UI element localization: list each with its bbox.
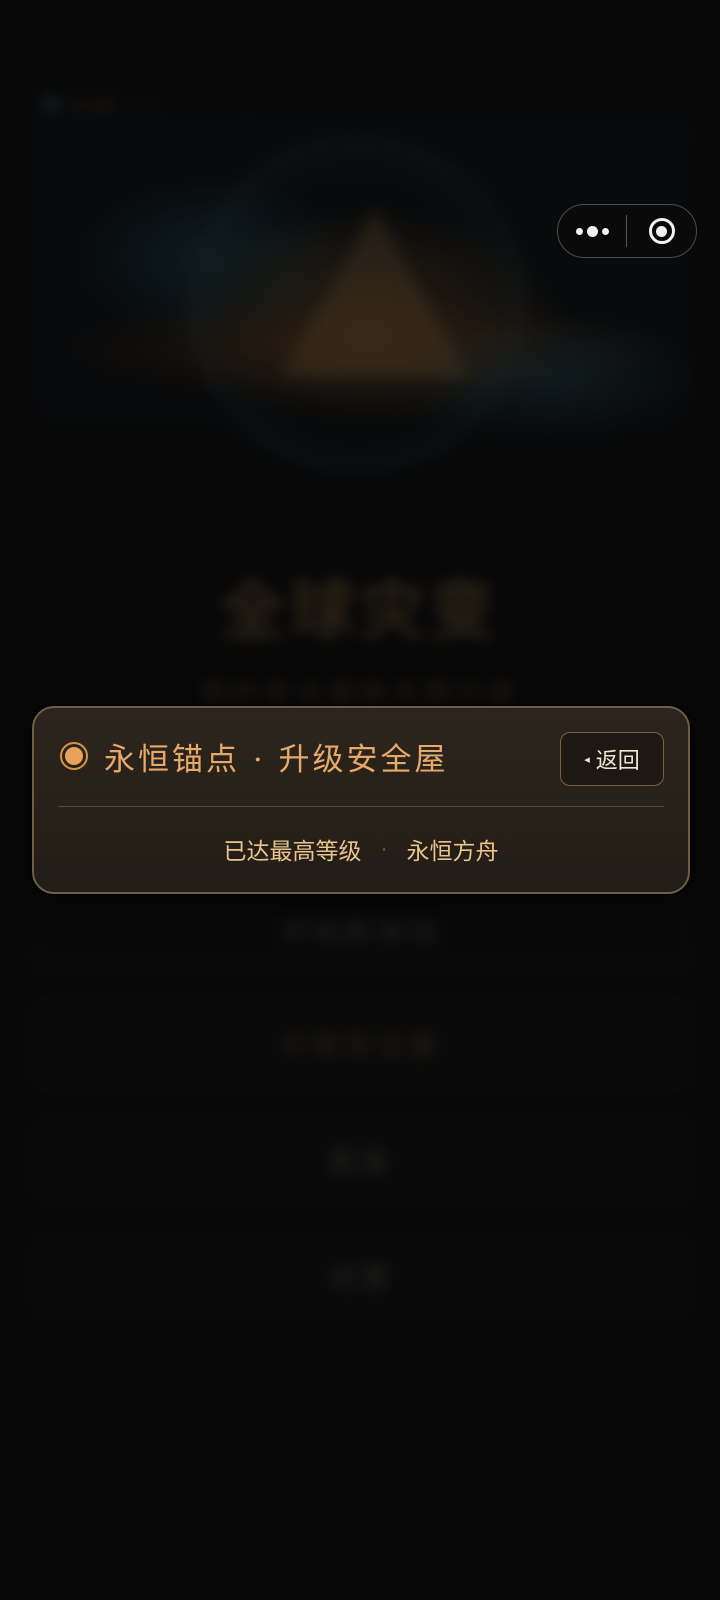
more-dots-icon[interactable] <box>558 205 626 257</box>
miniprogram-capsule <box>557 204 697 258</box>
upgrade-modal: 永恒锚点 · 升级安全屋 ◂ 返回 已达最高等级 · 永恒方舟 <box>32 706 690 894</box>
status-separator: · <box>381 839 387 859</box>
modal-divider <box>58 806 664 807</box>
modal-header: 永恒锚点 · 升级安全屋 ◂ 返回 <box>34 708 688 806</box>
modal-status: 已达最高等级 · 永恒方舟 <box>34 832 688 866</box>
app-screen: 安全屋 v1.0.0 全球灾变 我的安全屋能无限升级 开始新游戏 升级安全屋 图… <box>0 0 720 1600</box>
back-arrow-icon: ◂ <box>584 752 590 766</box>
back-button-label: 返回 <box>595 749 640 774</box>
close-ring <box>648 218 675 244</box>
shelter-tier-name: 永恒方舟 <box>406 839 499 865</box>
dot <box>601 227 609 235</box>
dot <box>575 227 583 235</box>
dot <box>586 225 598 237</box>
back-button[interactable]: ◂ 返回 <box>560 732 664 786</box>
radio-indicator-icon <box>60 742 88 770</box>
max-level-text: 已达最高等级 <box>223 839 362 865</box>
close-core <box>656 225 667 237</box>
modal-title: 永恒锚点 · 升级安全屋 <box>104 742 449 778</box>
target-close-icon[interactable] <box>627 205 696 257</box>
radio-indicator-dot <box>65 747 83 765</box>
